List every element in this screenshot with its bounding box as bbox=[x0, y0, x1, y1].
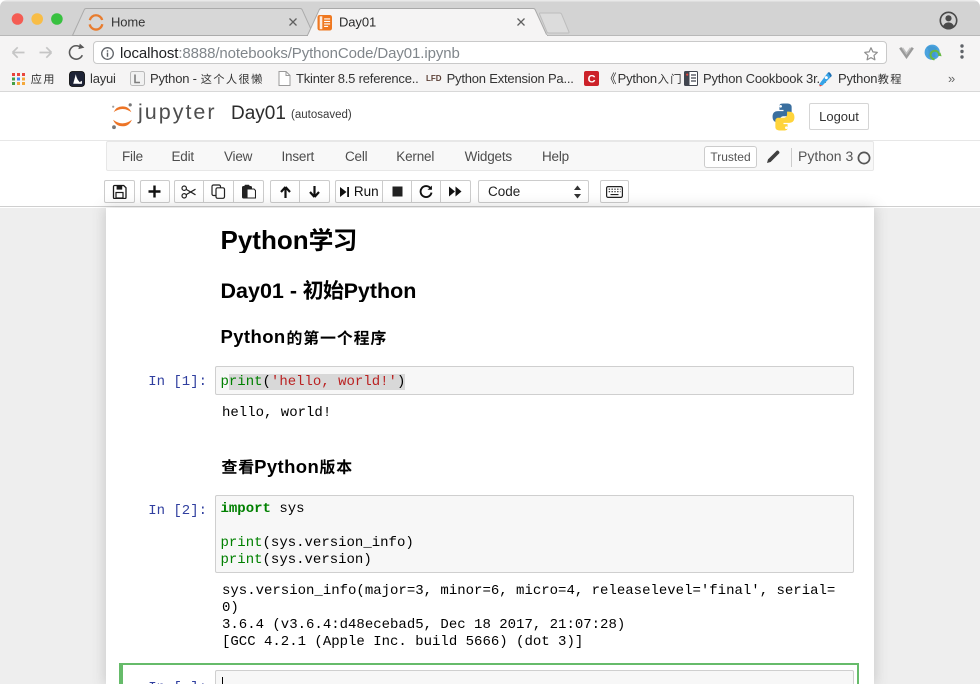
svg-text:C: C bbox=[588, 74, 596, 86]
svg-text:Day01: Day01 bbox=[339, 14, 376, 29]
svg-text:Home: Home bbox=[111, 14, 145, 29]
